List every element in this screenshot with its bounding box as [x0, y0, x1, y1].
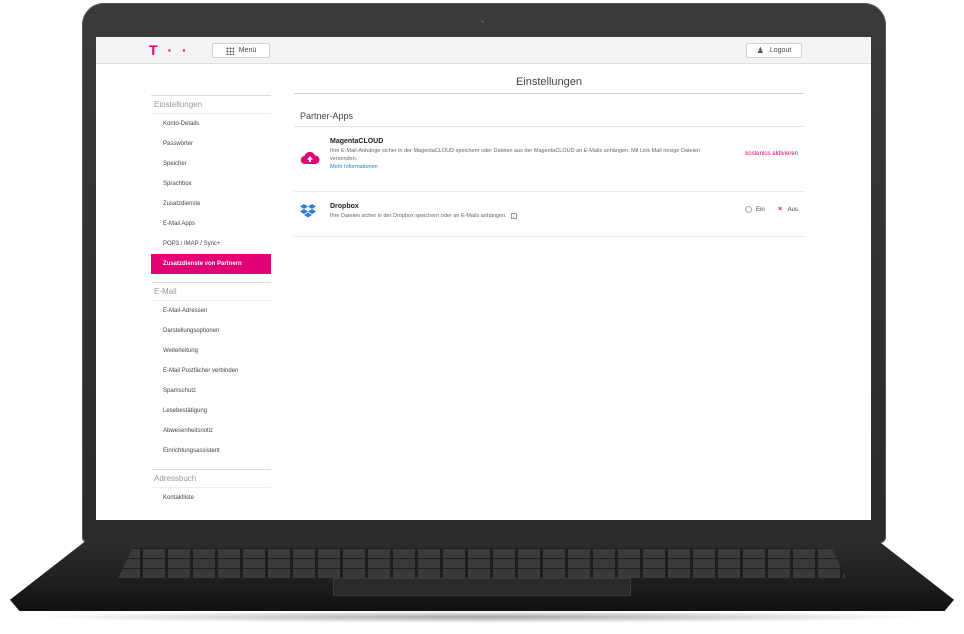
logout-button[interactable]: ♟ Logout	[746, 43, 802, 58]
sidebar-item-speicher[interactable]: Speicher	[151, 154, 271, 174]
app-row-magentacloud: MagentaCLOUD Ihre E-Mail-Anhänge sicher …	[294, 127, 804, 192]
sidebar-item-pop3-imap-sync[interactable]: POP3 / IMAP / Sync+	[151, 234, 271, 254]
app-info-dropbox: Dropbox Ihre Dateien sicher in der Dropb…	[330, 203, 702, 220]
radio-aus[interactable]: × Aus	[777, 206, 798, 213]
grid-icon	[225, 46, 234, 55]
radio-checked-icon: ×	[778, 206, 783, 213]
laptop-screen: T · · Menü ♟ Logout Einstellungen Konto-…	[96, 37, 871, 520]
sidebar-item-lesebestaetigung[interactable]: Lesebestätigung	[151, 401, 271, 421]
sidebar-item-passwoerter[interactable]: Passwörter	[151, 134, 271, 154]
info-icon[interactable]: i	[510, 212, 517, 219]
app-row-dropbox: Dropbox Ihre Dateien sicher in der Dropb…	[294, 192, 804, 237]
radio-unchecked-icon	[744, 206, 752, 213]
sidebar-item-zusatzdienste[interactable]: Zusatzdienste	[151, 194, 271, 214]
trackpad	[333, 578, 631, 596]
sidebar-item-postfaecher-verbinden[interactable]: E-Mail Postfächer verbinden	[151, 361, 271, 381]
top-bar: T · · Menü ♟ Logout	[96, 37, 871, 64]
sidebar-item-darstellungsoptionen[interactable]: Darstellungsoptionen	[151, 321, 271, 341]
keyboard	[118, 548, 846, 578]
settings-sidebar: Einstellungen Konto-Details Passwörter S…	[151, 95, 271, 508]
main-content: Einstellungen Partner-Apps MagentaCLOUD …	[294, 76, 804, 237]
page-title: Einstellungen	[294, 76, 804, 94]
radio-label-aus: Aus	[787, 206, 798, 213]
sidebar-heading-email: E-Mail	[151, 282, 271, 301]
app-name: Dropbox	[330, 203, 359, 210]
sidebar-item-zusatzdienste-partner[interactable]: Zusatzdienste von Partnern	[151, 254, 271, 274]
sidebar-item-einrichtungsassistent[interactable]: Einrichtungsassistent	[151, 441, 271, 461]
sidebar-item-kontaktliste[interactable]: Kontaktliste	[151, 488, 271, 508]
logout-label: Logout	[769, 47, 792, 54]
dropbox-toggle: Ein × Aus	[744, 206, 798, 213]
app-description: Ihre E-Mail-Anhänge sicher in der Magent…	[330, 148, 700, 162]
dropbox-icon	[300, 203, 316, 224]
sidebar-item-sprachbox[interactable]: Sprachbox	[151, 174, 271, 194]
menu-label: Menü	[238, 47, 257, 54]
app-description: Ihre Dateien sicher in der Dropbox speic…	[330, 212, 702, 220]
sidebar-item-abwesenheitsnotiz[interactable]: Abwesenheitsnotiz	[151, 421, 271, 441]
radio-label-ein: Ein	[755, 206, 765, 213]
section-title-partner-apps: Partner-Apps	[294, 111, 804, 127]
sidebar-item-email-apps[interactable]: E-Mail Apps	[151, 214, 271, 234]
laptop-shadow	[30, 611, 934, 623]
menu-button[interactable]: Menü	[212, 43, 270, 58]
sidebar-item-konto-details[interactable]: Konto-Details	[151, 114, 271, 134]
cloud-upload-icon	[300, 151, 320, 170]
sidebar-item-spamschutz[interactable]: Spamschutz	[151, 381, 271, 401]
sidebar-heading-adressbuch: Adressbuch	[151, 469, 271, 488]
sidebar-heading-einstellungen: Einstellungen	[151, 95, 271, 114]
user-icon: ♟	[756, 46, 764, 55]
sidebar-item-weiterleitung[interactable]: Weiterleitung	[151, 341, 271, 361]
telekom-logo[interactable]: T · ·	[149, 42, 190, 58]
app-info-magentacloud: MagentaCLOUD Ihre E-Mail-Anhänge sicher …	[330, 138, 702, 170]
activate-link[interactable]: kostenlos aktivieren	[745, 151, 798, 157]
sidebar-item-email-adressen[interactable]: E-Mail-Adressen	[151, 301, 271, 321]
radio-ein[interactable]: Ein	[744, 206, 765, 213]
webcam	[481, 20, 484, 23]
app-description-text: Ihre Dateien sicher in der Dropbox speic…	[330, 213, 507, 219]
more-info-link[interactable]: Mehr Informationen	[330, 164, 702, 170]
app-name: MagentaCLOUD	[330, 138, 384, 145]
